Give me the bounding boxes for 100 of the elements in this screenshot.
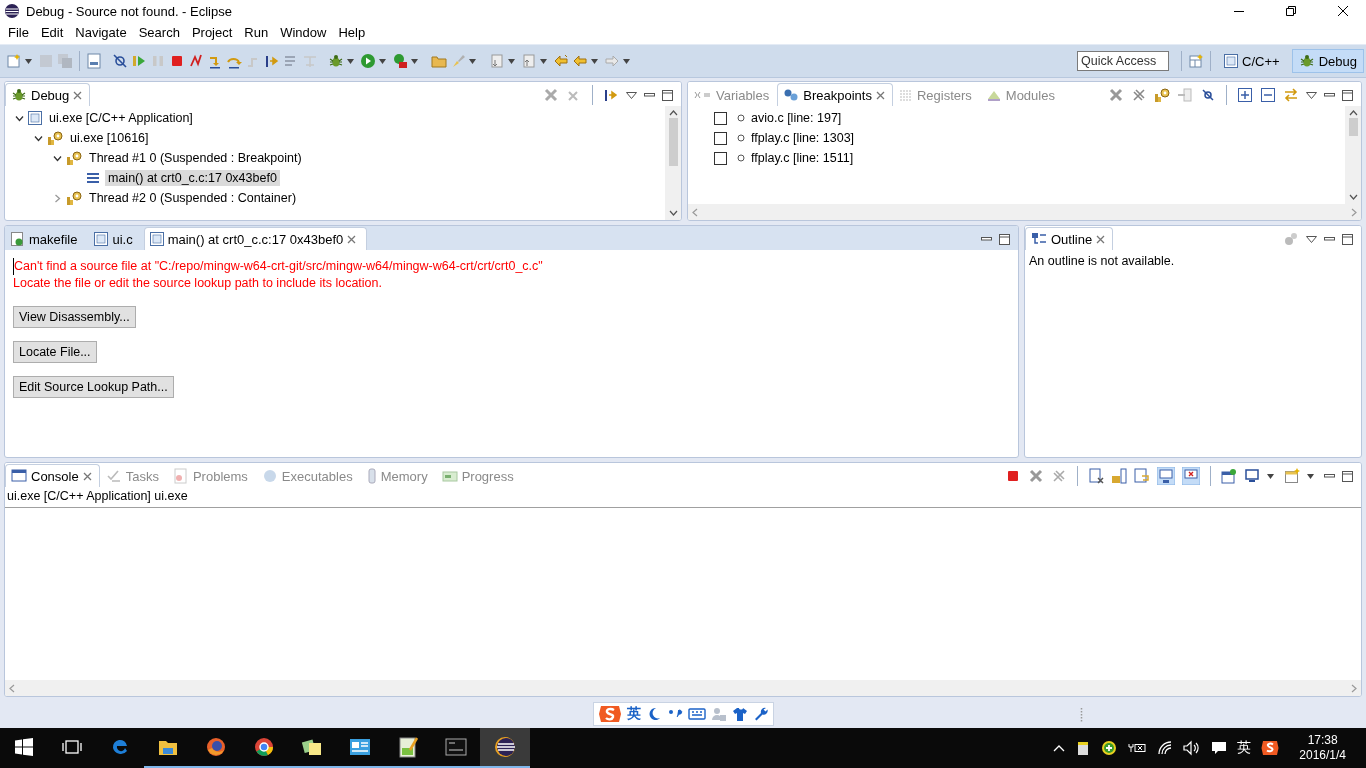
view-tab[interactable]: Memory [360, 464, 436, 487]
input-mode[interactable]: 英 [626, 705, 641, 723]
clear-console-icon[interactable] [1088, 468, 1104, 484]
close-icon[interactable] [875, 90, 885, 100]
tree-item[interactable]: Thread #2 0 (Suspended : Container) [86, 190, 300, 206]
gears-icon[interactable] [1154, 87, 1170, 103]
keyboard-icon[interactable] [687, 707, 706, 721]
menu-item[interactable]: Edit [34, 24, 70, 40]
dropdown-caret-icon[interactable] [25, 58, 32, 64]
menu-item[interactable]: Search [132, 24, 186, 40]
shirt-icon[interactable] [731, 706, 748, 722]
bug-icon[interactable] [11, 87, 27, 103]
outline-icon[interactable] [1031, 231, 1047, 247]
battery-icon[interactable] [1127, 741, 1148, 755]
menu-item[interactable]: Run [238, 24, 275, 40]
tree-item[interactable]: ui.exe [10616] [67, 130, 152, 146]
stack-frame-icon[interactable] [85, 170, 101, 186]
process-icon[interactable] [47, 130, 63, 146]
view-menu-icon[interactable] [1306, 235, 1317, 243]
c-perspective-icon[interactable] [1224, 54, 1239, 68]
close-window-icon[interactable] [1338, 6, 1348, 16]
dropdown-caret-icon[interactable] [469, 58, 476, 64]
binary-file-icon[interactable] [86, 53, 102, 69]
skip-breakpoints-icon[interactable] [112, 53, 128, 69]
minimize-icon[interactable] [1324, 474, 1335, 478]
instruction-step-icon[interactable] [264, 53, 280, 69]
perspective-button[interactable]: Debug [1291, 49, 1364, 73]
close-icon[interactable] [1096, 234, 1106, 244]
thread-icon[interactable] [66, 150, 82, 166]
remove-all-icon[interactable] [1131, 87, 1147, 103]
volume-icon[interactable] [1183, 740, 1202, 756]
globe-icon[interactable] [205, 736, 227, 758]
thread-icon[interactable] [66, 190, 82, 206]
app-window-icon[interactable] [349, 736, 371, 758]
view-tab[interactable]: Variables [688, 83, 778, 106]
instruction-step-icon[interactable] [603, 87, 619, 103]
input-method-logo-icon[interactable] [597, 704, 622, 724]
plus-shield-icon[interactable] [1101, 740, 1118, 756]
start-icon[interactable] [15, 738, 33, 756]
restore-window-icon[interactable] [1286, 6, 1296, 16]
menu-item[interactable]: Navigate [69, 24, 133, 40]
scrollbar[interactable] [665, 106, 681, 220]
view-tab[interactable]: Tasks [99, 464, 167, 487]
c-application-icon[interactable] [28, 111, 42, 125]
editor-tab[interactable]: makefile [5, 227, 89, 250]
debug-icon[interactable] [328, 53, 344, 69]
maximize-icon[interactable] [1342, 233, 1353, 245]
skip-breakpoints-icon[interactable] [1200, 87, 1216, 103]
tree-item[interactable]: Thread #1 0 (Suspended : Breakpoint) [86, 150, 305, 166]
remove-icon[interactable] [1108, 87, 1124, 103]
perspective-button[interactable]: C/C++ [1217, 49, 1287, 73]
tree-item[interactable]: ui.exe [C/C++ Application] [46, 110, 196, 126]
resize-grip-icon[interactable] [1080, 708, 1083, 722]
editor-tab[interactable]: ui.c [88, 227, 144, 250]
maximize-icon[interactable] [1342, 470, 1353, 482]
scroll-down-icon[interactable] [1348, 194, 1358, 200]
view-tab[interactable]: Debug [5, 83, 91, 106]
dropdown-caret-icon[interactable] [623, 58, 630, 64]
minimize-icon[interactable] [1324, 237, 1335, 241]
scroll-down-icon[interactable] [668, 210, 678, 216]
text-editor-icon[interactable] [397, 736, 419, 758]
pin-console-icon[interactable] [1221, 468, 1237, 484]
input-mode[interactable]: 英 [1237, 739, 1252, 757]
menu-item[interactable]: File [2, 24, 35, 40]
view-tab[interactable]: Breakpoints [777, 83, 893, 106]
close-icon[interactable] [82, 471, 92, 481]
view-tab[interactable]: Modules [979, 83, 1063, 106]
clock[interactable]: 17:38 2016/1/4 [1299, 733, 1346, 763]
scrollbar-thumb[interactable] [1348, 118, 1358, 136]
menu-item[interactable]: Help [332, 24, 372, 40]
dropdown-caret-icon[interactable] [591, 58, 598, 64]
editor-tab[interactable]: main() at crt0_c.c:17 0x43bef0 [143, 227, 368, 250]
maximize-icon[interactable] [999, 233, 1010, 245]
quick-access-field[interactable]: Quick Access [1077, 51, 1170, 71]
breakpoints-icon[interactable] [783, 87, 800, 103]
dropdown-caret-icon[interactable] [1267, 473, 1274, 479]
input-method-logo-icon[interactable] [1261, 740, 1280, 756]
view-tab[interactable]: Progress [435, 464, 522, 487]
tree-item[interactable]: main() at crt0_c.c:17 0x43bef0 [105, 170, 280, 186]
notification-icon[interactable] [1211, 740, 1228, 756]
terminate-icon[interactable] [1005, 468, 1021, 484]
c-file-icon[interactable] [94, 232, 109, 246]
view-menu-icon[interactable] [626, 91, 637, 99]
remove-launch-icon[interactable] [1028, 468, 1044, 484]
close-icon[interactable] [347, 234, 357, 244]
bug-icon[interactable] [1298, 53, 1315, 69]
checkbox[interactable] [714, 151, 727, 165]
task-view-icon[interactable] [62, 739, 82, 755]
minimize-icon[interactable] [1324, 93, 1335, 97]
scroll-up-icon[interactable] [1348, 110, 1358, 116]
minimize-window-icon[interactable] [1234, 10, 1244, 12]
chevron-up-icon[interactable] [1053, 744, 1066, 752]
collapse-all-icon[interactable] [1260, 87, 1276, 103]
disconnect-icon[interactable] [188, 53, 204, 69]
breakpoint-label[interactable]: ffplay.c [line: 1303] [751, 131, 855, 145]
action-button[interactable]: Locate File... [13, 341, 97, 363]
c-file-icon[interactable] [149, 232, 164, 246]
action-button[interactable]: View Disassembly... [13, 306, 136, 328]
console-icon[interactable] [11, 468, 27, 484]
breakpoint-label[interactable]: avio.c [line: 197] [751, 111, 842, 125]
